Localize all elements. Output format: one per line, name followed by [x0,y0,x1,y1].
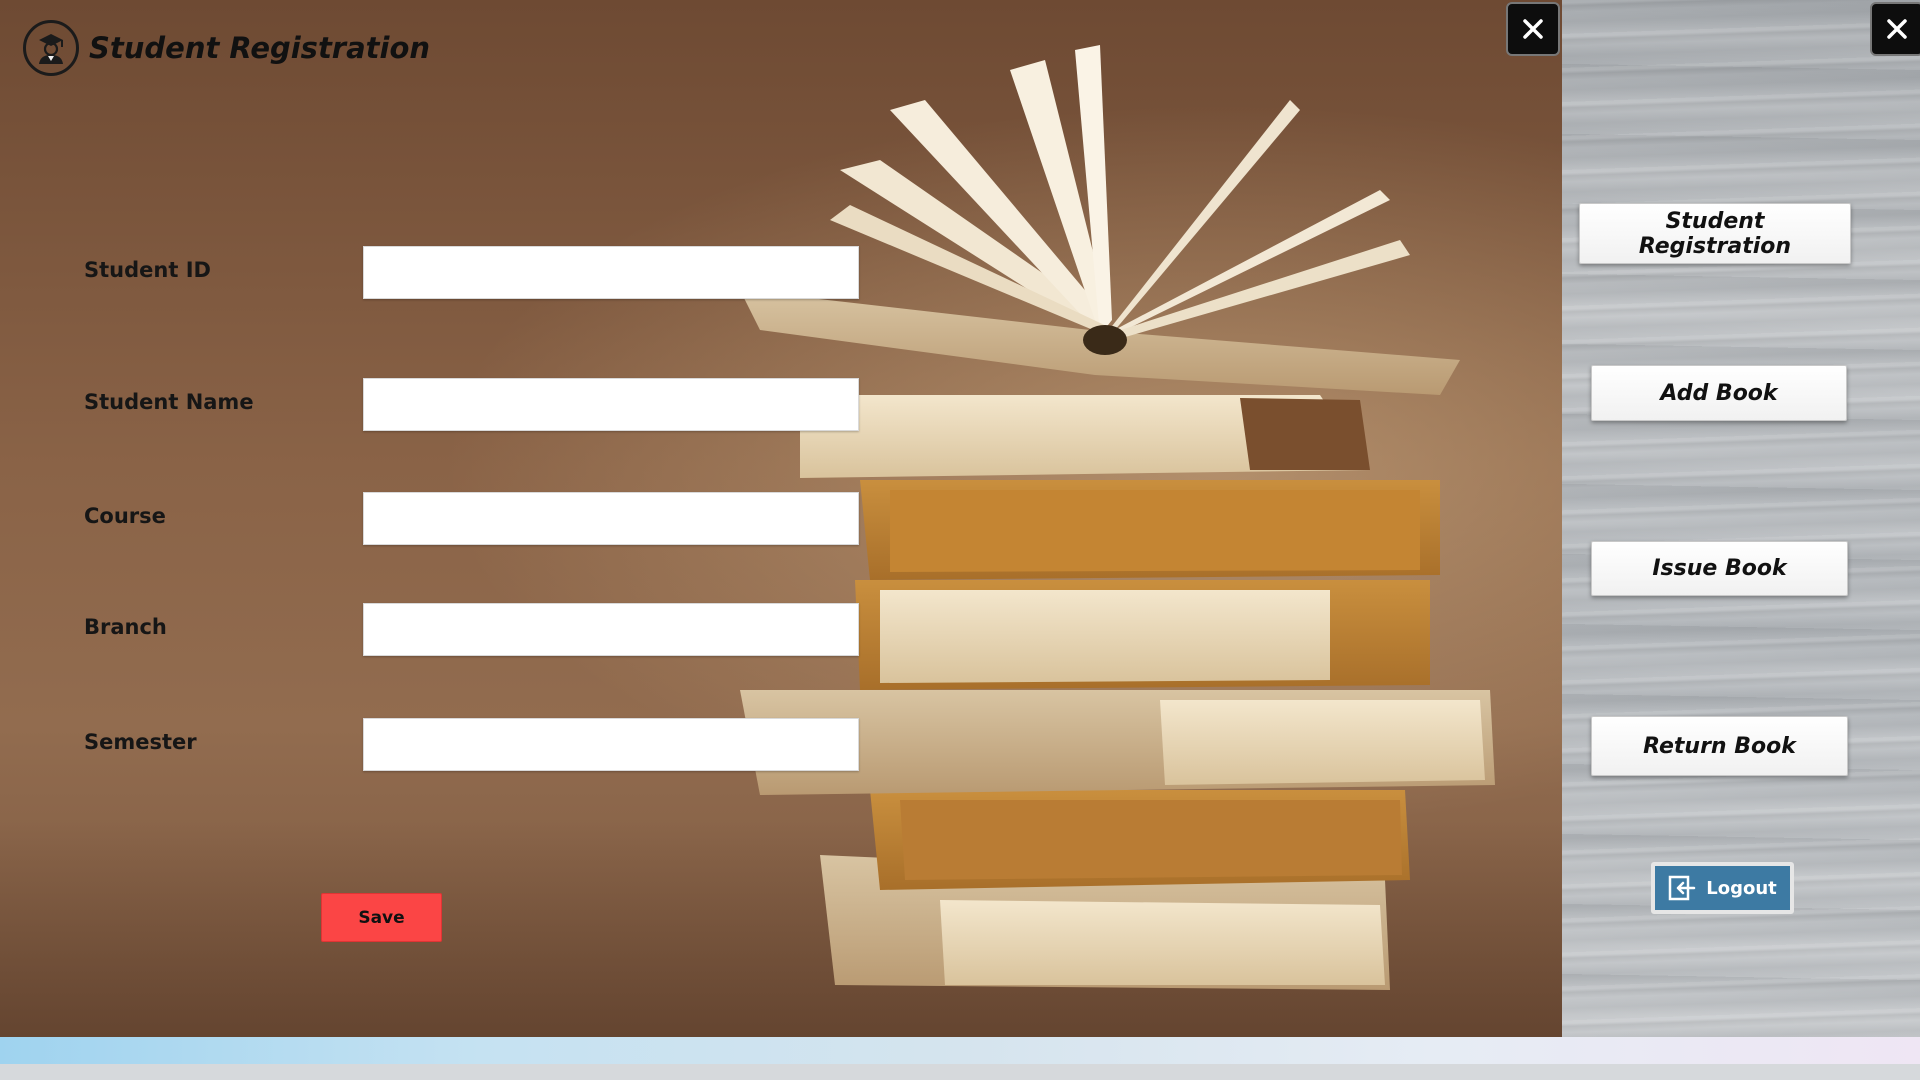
course-label: Course [84,504,166,528]
logout-label: Logout [1706,877,1777,899]
branch-label: Branch [84,615,167,639]
close-icon [1523,19,1543,39]
student-graduate-icon [23,20,79,76]
sidebar: Student Registration Add Book Issue Book… [1562,0,1920,1037]
panel-close-button[interactable] [1506,2,1560,56]
semester-label: Semester [84,730,197,754]
sidebar-item-issue-book[interactable]: Issue Book [1591,541,1848,596]
app-header: Student Registration [23,20,430,76]
student-id-field[interactable] [363,246,859,299]
sidebar-item-add-book[interactable]: Add Book [1591,365,1847,421]
page-title: Student Registration [89,31,431,65]
registration-panel: Student Registration Student ID Student … [0,0,1562,1037]
sidebar-item-student-registration[interactable]: Student Registration [1579,203,1851,264]
semester-field[interactable] [363,718,859,771]
course-field[interactable] [363,492,859,545]
student-id-label: Student ID [84,258,211,282]
student-name-field[interactable] [363,378,859,431]
bottom-bar [0,1064,1920,1080]
logout-icon [1668,875,1696,901]
student-name-label: Student Name [84,390,254,414]
sidebar-item-return-book[interactable]: Return Book [1591,716,1848,776]
branch-field[interactable] [363,603,859,656]
logout-button[interactable]: Logout [1651,862,1794,914]
save-button[interactable]: Save [321,893,442,942]
close-icon [1887,19,1907,39]
sidebar-close-button[interactable] [1870,2,1920,56]
bottom-taskbar-strip [0,1037,1920,1064]
